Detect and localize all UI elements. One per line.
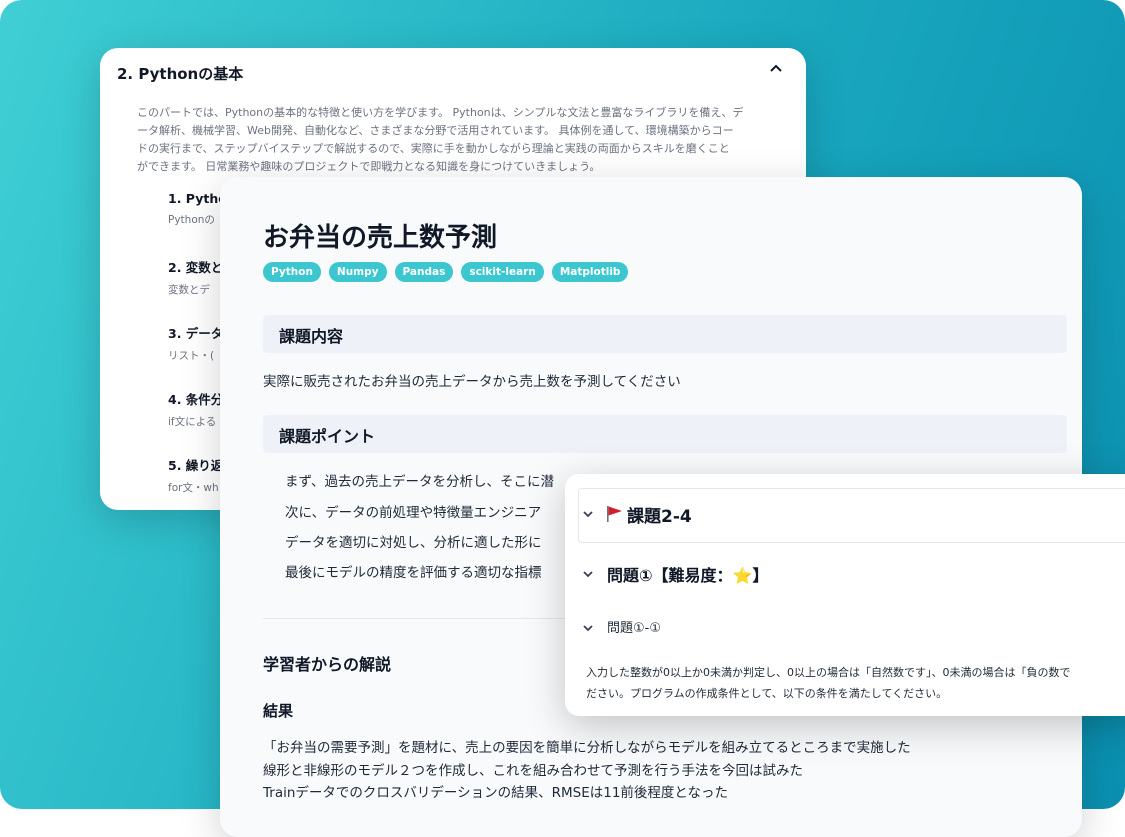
- section-heading: 課題内容: [279, 327, 344, 346]
- point-item: まず、過去の売上データを分析し、そこに潜: [285, 474, 555, 490]
- tag-pandas: Pandas: [394, 262, 454, 282]
- problem-card: 課題2-4 問題①【難易度：⭐】 問題①-① 入力した整数が0以上か0未満か判定…: [565, 474, 1125, 716]
- problem-description: 入力した整数が0以上か0未満か判定し、0以上の場合は「自然数です」、0未満の場合…: [586, 662, 1125, 704]
- result-line: 線形と非線形のモデル２つを作成し、これを組み合わせて予測を行う手法を今回は試みた: [263, 763, 803, 779]
- subproblem-title[interactable]: 問題①-①: [607, 617, 661, 636]
- section-description: このパートでは、Pythonの基本的な特徴と使い方を学びます。 Pythonは、…: [137, 104, 777, 176]
- point-item: 次に、データの前処理や特徴量エンジニア: [285, 505, 542, 521]
- description-line: ドの実行まで、ステップバイステップで解説するので、実際に手を動かしながら理論と実…: [137, 142, 730, 155]
- chevron-down-icon[interactable]: [583, 621, 593, 635]
- section-title: 2. Pythonの基本: [117, 65, 244, 83]
- result-line: Trainデータでのクロスバリデーションの結果、RMSEは11前後程度となった: [263, 785, 729, 801]
- assignment-description: 実際に販売されたお弁当の売上データから売上数を予測してください: [263, 374, 681, 390]
- point-item: 最後にモデルの精度を評価する適切な指標: [285, 565, 542, 581]
- description-line: このパートでは、Pythonの基本的な特徴と使い方を学びます。 Pythonは、…: [137, 106, 744, 119]
- result-line: 「お弁当の需要予測」を題材に、売上の要因を簡単に分析しながらモデルを組み立てると…: [263, 740, 911, 756]
- section-heading-bar: 課題ポイント: [263, 415, 1067, 453]
- chevron-down-icon[interactable]: [583, 507, 593, 521]
- chevron-down-icon[interactable]: [583, 567, 593, 581]
- tag-scikit-learn: scikit-learn: [461, 262, 544, 282]
- problem-line: ださい。プログラムの作成条件として、以下の条件を満たしてください。: [586, 687, 948, 700]
- section-heading: 課題ポイント: [279, 427, 376, 446]
- commentary-heading: 学習者からの解説: [263, 655, 392, 674]
- tag-python: Python: [263, 262, 321, 282]
- problem-line: 入力した整数が0以上か0未満か判定し、0以上の場合は「自然数です」、0未満の場合…: [586, 666, 1071, 679]
- problem-title[interactable]: 問題①【難易度：⭐】: [607, 562, 768, 586]
- description-line: ータ解析、機械学習、Web開発、自動化など、さまざまな分野で活用されています。 …: [137, 124, 734, 137]
- result-heading: 結果: [263, 702, 294, 720]
- section-heading-bar: 課題内容: [263, 315, 1067, 353]
- chevron-up-icon[interactable]: [770, 60, 782, 79]
- assignment-title: お弁当の売上数予測: [263, 223, 498, 253]
- task-title: 課題2-4: [627, 507, 692, 527]
- tag-matplotlib: Matplotlib: [551, 262, 629, 282]
- flag-icon: [606, 505, 624, 523]
- tech-tags: Python Numpy Pandas scikit-learn Matplot…: [263, 262, 629, 282]
- tag-numpy: Numpy: [328, 262, 387, 282]
- point-item: データを適切に対処し、分析に適した形に: [285, 535, 542, 551]
- description-line: ができます。 日常業務や趣味のプロジェクトで即戦力となる知識を身につけていきまし…: [137, 160, 601, 173]
